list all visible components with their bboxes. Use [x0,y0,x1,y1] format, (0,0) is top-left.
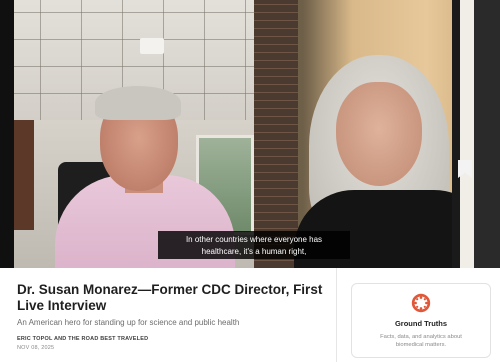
post-date: NOV 08, 2025 [17,345,55,351]
video-participant-right [254,0,500,268]
publication-card[interactable]: Ground Truths Facts, data, and analytics… [351,283,491,358]
video-caption: In other countries where everyone has he… [158,231,350,259]
publication-name[interactable]: Ground Truths [352,319,490,328]
brick-window [254,0,298,268]
ceiling-light [140,38,164,54]
door-frame [452,0,500,268]
publication-description: Facts, data, and analytics about biomedi… [380,334,462,348]
post-title[interactable]: Dr. Susan Monarez—Former CDC Director, F… [17,282,327,314]
ground-truths-logo-icon [411,293,431,313]
video-player[interactable]: In other countries where everyone has he… [0,0,500,268]
door [14,120,34,230]
divider [336,268,337,362]
video-participant-left [0,0,254,268]
caption-line-2: healthcare, it's a human right, [201,247,307,256]
guest-head [336,82,422,186]
caption-line-1: In other countries where everyone has [185,235,323,244]
speaker-hair [95,86,181,120]
post-subtitle: An American hero for standing up for sci… [17,318,240,327]
frame-edge [0,0,14,268]
post-byline[interactable]: ERIC TOPOL AND THE ROAD BEST TRAVELED [17,336,148,342]
